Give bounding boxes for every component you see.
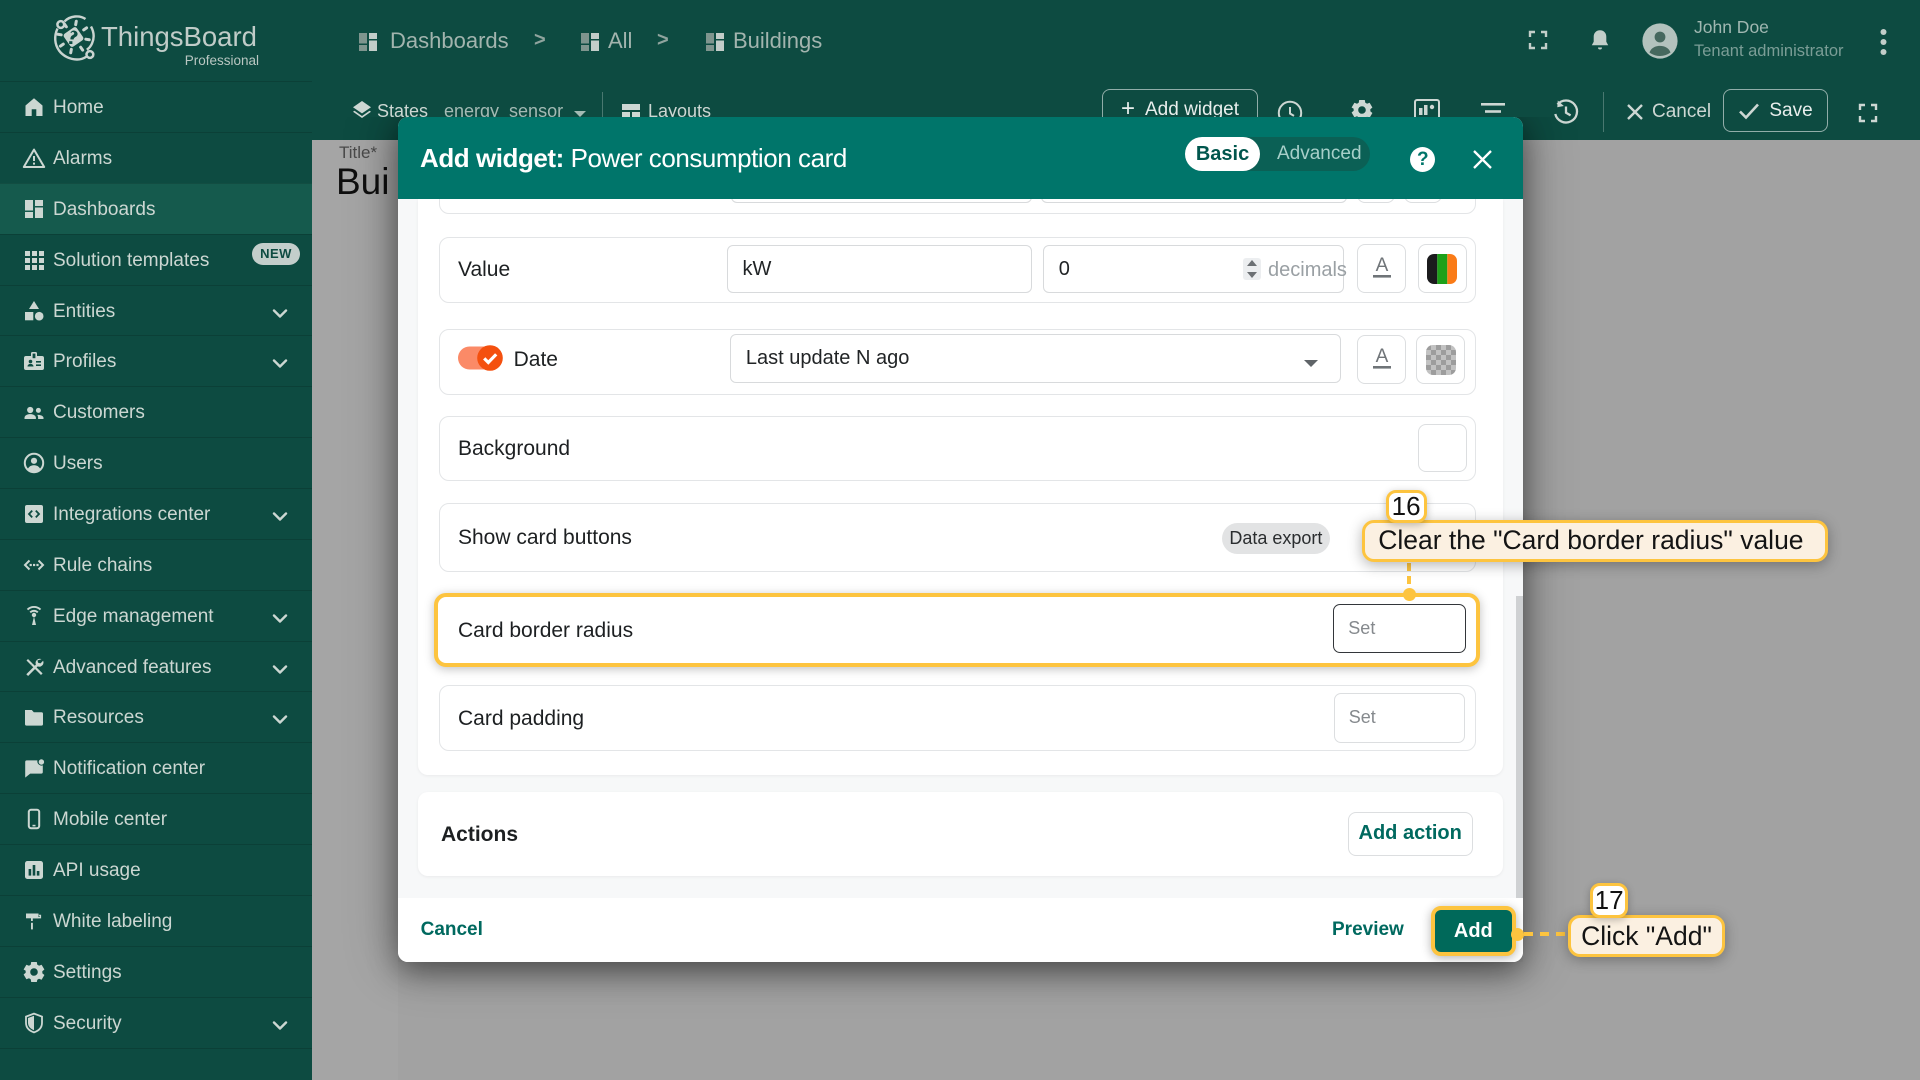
svg-text:A: A [1375,347,1388,367]
svg-text:A: A [1375,256,1388,276]
